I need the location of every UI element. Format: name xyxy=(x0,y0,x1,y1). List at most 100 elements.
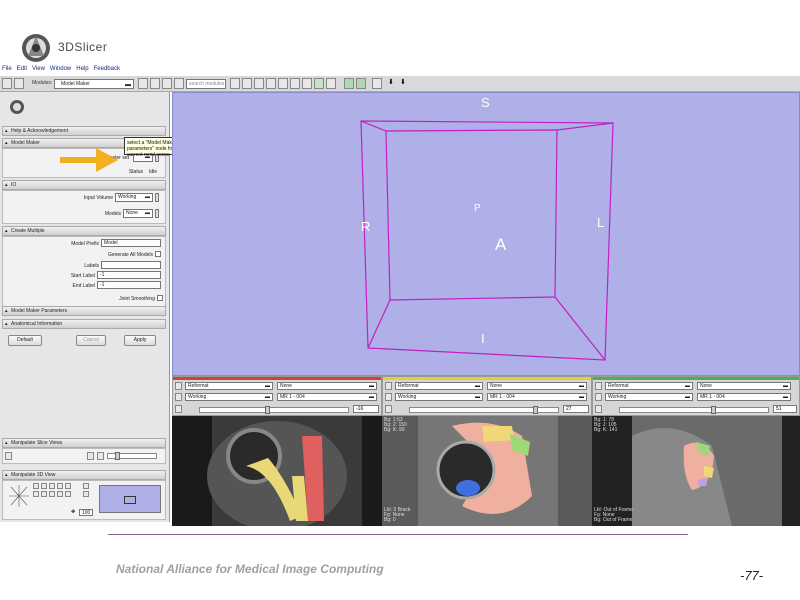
red-slice-offset[interactable]: -16 xyxy=(353,405,379,413)
menu-feedback[interactable]: Feedback xyxy=(94,66,120,72)
forward-icon[interactable] xyxy=(150,78,160,89)
io-section-header[interactable]: IO xyxy=(2,180,166,190)
anatomical-section-header[interactable]: Anatomical Information xyxy=(2,319,166,329)
red-bg-select[interactable]: Working ▬ xyxy=(185,393,273,401)
cancel-button[interactable]: Cancel xyxy=(76,335,106,346)
generate-all-checkbox[interactable] xyxy=(155,251,161,257)
models-select[interactable]: None ▬ xyxy=(123,209,153,218)
labels-input[interactable] xyxy=(101,261,161,269)
tool-icon-5[interactable] xyxy=(278,78,288,89)
green-slice-offset[interactable]: 51 xyxy=(773,405,797,413)
tool-icon-6[interactable] xyxy=(290,78,300,89)
help-section-header[interactable]: Help & Acknowledgement xyxy=(2,126,166,136)
yellow-orientation-select[interactable]: Reformat ▬ xyxy=(395,382,483,390)
default-button[interactable]: Default xyxy=(8,335,42,346)
yellow-fg-select[interactable]: None ▬ xyxy=(487,382,587,390)
module-search-input[interactable]: search modules xyxy=(186,79,226,89)
yellow-visibility-icon[interactable] xyxy=(385,393,392,401)
create-multiple-section-header[interactable]: Create Multiple xyxy=(2,226,166,236)
menu-help[interactable]: Help xyxy=(76,66,88,72)
slice-opacity-thumb[interactable] xyxy=(115,452,120,460)
green-label-select[interactable]: MR 1 - 004 ▬ xyxy=(697,393,791,401)
red-label-select[interactable]: MR 1 - 004 ▬ xyxy=(277,393,377,401)
view-c-icon[interactable] xyxy=(33,491,39,497)
3d-view[interactable]: S I R L A P xyxy=(172,92,800,376)
slice-layout-icon[interactable] xyxy=(5,452,12,460)
green-slice-thumb[interactable] xyxy=(711,406,716,414)
back-icon[interactable] xyxy=(138,78,148,89)
red-visibility-icon[interactable] xyxy=(175,393,182,401)
red-pin-icon[interactable] xyxy=(175,382,182,390)
pick-icon[interactable] xyxy=(372,78,382,89)
zoom-icon[interactable]: ✥ xyxy=(71,509,75,515)
models-spin[interactable] xyxy=(155,209,159,218)
green-bg-select[interactable]: Working ▬ xyxy=(605,393,693,401)
green-fg-select[interactable]: None ▬ xyxy=(697,382,791,390)
module-list-icon[interactable] xyxy=(162,78,172,89)
manipulate-slice-views-header[interactable]: Manipulate Slice Views xyxy=(2,438,166,448)
model-prefix-input[interactable]: Model xyxy=(101,239,161,247)
search-icon[interactable] xyxy=(174,78,184,89)
view-b-icon[interactable] xyxy=(41,483,47,489)
load-scene-icon[interactable] xyxy=(2,78,12,89)
red-slice-slider[interactable] xyxy=(199,407,349,413)
view-g-icon[interactable] xyxy=(65,483,71,489)
rotate-compass-icon[interactable] xyxy=(7,483,31,509)
green-pin-icon[interactable] xyxy=(595,382,602,390)
redo-icon[interactable] xyxy=(356,78,366,89)
red-slice-thumb[interactable] xyxy=(265,406,270,414)
green-slice-slider[interactable] xyxy=(619,407,769,413)
joint-smoothing-checkbox[interactable] xyxy=(157,295,163,301)
red-fg-select[interactable]: None ▬ xyxy=(277,382,377,390)
start-label-input[interactable]: -1 xyxy=(97,271,161,279)
tool-icon-7[interactable] xyxy=(302,78,312,89)
green-visibility-icon[interactable] xyxy=(595,393,602,401)
end-label-input[interactable]: -1 xyxy=(97,281,161,289)
tool-icon-8[interactable] xyxy=(314,78,324,89)
tool-icon-3[interactable] xyxy=(254,78,264,89)
menu-view[interactable]: View xyxy=(32,66,45,72)
green-orientation-select[interactable]: Reformat ▬ xyxy=(605,382,693,390)
yellow-settings-icon[interactable] xyxy=(385,405,392,413)
slice-link-icon[interactable] xyxy=(97,452,104,460)
params-section-header[interactable]: Model Maker Parameters xyxy=(2,306,166,316)
pin-icon[interactable]: ⬇ xyxy=(388,78,398,89)
view-d-icon[interactable] xyxy=(41,491,47,497)
input-volume-select[interactable]: Working ▬ xyxy=(115,193,153,202)
view-i-icon[interactable] xyxy=(57,491,63,497)
yellow-bg-select[interactable]: Working ▬ xyxy=(395,393,483,401)
module-select[interactable]: Model Maker ▬ xyxy=(54,79,134,89)
place-icon[interactable]: ⬇ xyxy=(400,78,410,89)
view-j-icon[interactable] xyxy=(65,491,71,497)
yellow-label-select[interactable]: MR 1 - 004 ▬ xyxy=(487,393,587,401)
yellow-pin-icon[interactable] xyxy=(385,382,392,390)
red-orientation-select[interactable]: Reformat ▬ xyxy=(185,382,273,390)
slice-fit-icon[interactable] xyxy=(87,452,94,460)
input-volume-spin[interactable] xyxy=(155,193,159,202)
view-f-icon[interactable] xyxy=(57,483,63,489)
tool-icon-4[interactable] xyxy=(266,78,276,89)
menu-window[interactable]: Window xyxy=(50,66,71,72)
zoom-input[interactable]: 100 xyxy=(79,509,93,516)
view-l-icon[interactable] xyxy=(83,491,89,497)
yellow-slice-view[interactable]: Bg: 1:53 Bg: 2: 150 Bg: K: 90 Lbl: 0 Bra… xyxy=(382,416,592,526)
view-a-icon[interactable] xyxy=(33,483,39,489)
green-slice-view[interactable]: Bg: 1: 78 Bg: J: 105 Bg: K: 141 Lbl: Out… xyxy=(592,416,800,526)
view-e-icon[interactable] xyxy=(49,483,55,489)
view-h-icon[interactable] xyxy=(49,491,55,497)
view-k-icon[interactable] xyxy=(83,483,89,489)
tool-icon-2[interactable] xyxy=(242,78,252,89)
save-scene-icon[interactable] xyxy=(14,78,24,89)
yellow-slice-thumb[interactable] xyxy=(533,406,538,414)
3d-thumbnail[interactable] xyxy=(99,485,161,513)
red-slice-view[interactable] xyxy=(172,416,382,526)
tool-icon-9[interactable] xyxy=(326,78,336,89)
undo-icon[interactable] xyxy=(344,78,354,89)
manipulate-3d-view-header[interactable]: Manipulate 3D View xyxy=(2,470,166,480)
menu-file[interactable]: File xyxy=(2,66,12,72)
yellow-slice-offset[interactable]: 27 xyxy=(563,405,589,413)
red-settings-icon[interactable] xyxy=(175,405,182,413)
menu-edit[interactable]: Edit xyxy=(17,66,27,72)
tool-icon-1[interactable] xyxy=(230,78,240,89)
green-settings-icon[interactable] xyxy=(595,405,602,413)
